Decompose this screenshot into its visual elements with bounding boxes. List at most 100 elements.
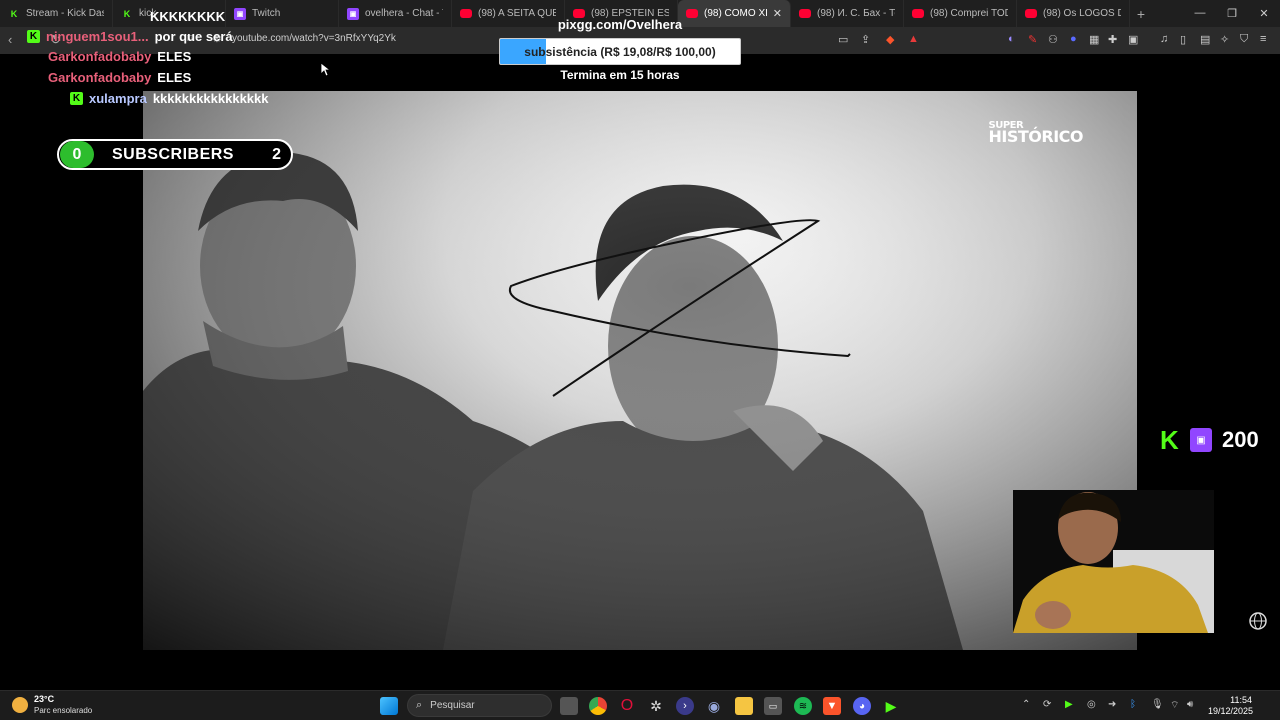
- twitch-logo-icon: ▣: [1190, 428, 1212, 452]
- globe-icon: [1249, 612, 1267, 630]
- partly-sunny-icon: [12, 697, 28, 713]
- kick-icon: K: [10, 8, 18, 19]
- chevron-up-icon[interactable]: ⌃: [1022, 699, 1030, 710]
- extension-icon[interactable]: ⚇: [1048, 33, 1058, 46]
- close-window-icon[interactable]: ✕: [1248, 7, 1280, 20]
- screen: KStream - Kick Dashboard Kkick ▣Twitch ▣…: [0, 0, 1280, 720]
- mouse-cursor-icon: [321, 63, 331, 77]
- webcam-feed: [1013, 490, 1214, 633]
- extension-icon[interactable]: ▦: [1089, 33, 1099, 46]
- goal-title: pixgg.com/Ovelhera: [557, 17, 683, 32]
- chrome-icon[interactable]: [589, 697, 607, 715]
- wallet-icon[interactable]: ▤: [1200, 33, 1210, 46]
- brave-rewards-icon[interactable]: ▲: [908, 33, 919, 45]
- close-tab-icon[interactable]: ✕: [769, 7, 782, 20]
- chat-message: Garkonfadobaby ELES: [48, 67, 191, 87]
- follower-count: 200: [1222, 427, 1259, 452]
- wifi-icon[interactable]: ⌔: [1170, 699, 1179, 712]
- search-placeholder: Pesquisar: [430, 700, 475, 711]
- twitch-icon: ▣: [347, 7, 359, 20]
- sidebar-icon[interactable]: ▯: [1180, 33, 1186, 46]
- kick-icon: K: [123, 8, 131, 19]
- windows-start-icon[interactable]: [380, 697, 398, 715]
- minimize-icon[interactable]: —: [1184, 7, 1216, 20]
- app-icon[interactable]: ›: [676, 697, 694, 715]
- spotify-icon[interactable]: ≋: [794, 697, 812, 715]
- windows-taskbar: 23°C Parc ensolarado ⌕ Pesquisar O ✲ › ◉…: [0, 690, 1280, 720]
- vpn-icon[interactable]: ⛉: [1240, 33, 1248, 46]
- chat-text: kkkkkkkkkkkkkkkk: [152, 90, 269, 106]
- tab-kick-dashboard[interactable]: KStream - Kick Dashboard: [0, 0, 113, 27]
- screenshot-icon[interactable]: ▣: [1128, 33, 1138, 46]
- opera-gx-icon[interactable]: O: [618, 697, 636, 715]
- youtube-icon: [799, 9, 811, 18]
- chat-message: KKKKKKKK: [150, 8, 226, 24]
- brave-shield-icon[interactable]: ◆: [886, 33, 894, 46]
- follower-count-widget: K ▣ 200: [1160, 427, 1259, 453]
- app-icon[interactable]: ▭: [764, 697, 782, 715]
- discord-icon[interactable]: ◕: [853, 697, 871, 715]
- chat-username: ninguem1sou1...: [46, 28, 149, 44]
- chat-username: xulampra: [89, 90, 147, 106]
- youtube-icon: [1025, 9, 1037, 18]
- search-icon: ⌕: [416, 699, 423, 711]
- new-tab-button[interactable]: +: [1130, 6, 1152, 22]
- menu-icon[interactable]: ≡: [1260, 33, 1266, 45]
- youtube-icon: [912, 9, 924, 18]
- microphone-icon[interactable]: 🎙︎: [1151, 699, 1164, 710]
- app-icon[interactable]: ▶: [882, 697, 900, 715]
- media-icon[interactable]: ♫: [1160, 33, 1168, 45]
- video-player[interactable]: SUPER HISTÓRICO: [143, 91, 1137, 650]
- chat-username: Garkonfadobaby: [48, 69, 152, 85]
- tab-youtube[interactable]: (98) Os LOGOS DOS PI: [1017, 0, 1130, 27]
- channel-logo: SUPER HISTÓRICO: [988, 120, 1084, 146]
- tab-youtube[interactable]: (98) Comprei TODOS os: [904, 0, 1017, 27]
- chat-text: ELES: [157, 48, 192, 64]
- steam-icon[interactable]: ◉: [705, 697, 723, 715]
- play-icon[interactable]: ▶: [1065, 699, 1073, 710]
- share-icon[interactable]: ⇪: [861, 33, 870, 46]
- bluetooth-icon[interactable]: ᛒ: [1130, 699, 1136, 710]
- chat-text: ELES: [157, 69, 192, 85]
- maximize-icon[interactable]: ❐: [1216, 7, 1248, 20]
- kick-logo-icon: K: [1160, 425, 1179, 455]
- brave-icon[interactable]: ▼: [823, 697, 841, 715]
- tray-app-icon[interactable]: ◎: [1087, 699, 1096, 710]
- extension-icon[interactable]: ◐: [1008, 33, 1015, 45]
- subscriber-label: SUBSCRIBERS: [112, 145, 234, 163]
- cast-icon[interactable]: ▭: [838, 33, 848, 46]
- chat-message: Garkonfadobaby ELES: [48, 46, 191, 66]
- chatgpt-icon[interactable]: ✲: [647, 697, 665, 715]
- leo-ai-icon[interactable]: ✧: [1220, 33, 1229, 46]
- window-controls: — ❐ ✕: [1184, 7, 1280, 20]
- back-icon[interactable]: ‹: [8, 32, 12, 47]
- kick-badge-icon: K: [70, 91, 83, 105]
- extensions-puzzle-icon[interactable]: ✚: [1108, 33, 1117, 46]
- task-view-icon[interactable]: [560, 697, 578, 715]
- subscriber-target: 2: [272, 145, 281, 163]
- subscriber-current: 0: [60, 141, 94, 168]
- volume-icon[interactable]: 🔊︎: [1187, 699, 1193, 710]
- weather-temp: 23°C: [34, 694, 55, 704]
- url-field[interactable]: youtube.com/watch?v=3nRfxYYq2Yk: [232, 33, 396, 44]
- kick-badge-icon: K: [27, 29, 40, 43]
- tab-youtube[interactable]: (98) И. С. Бах - Токката: [791, 0, 904, 27]
- extension-icon[interactable]: ✎: [1028, 33, 1037, 46]
- tab-twitch-chat[interactable]: ▣ovelhera - Chat - Twitch: [339, 0, 452, 27]
- chat-message: K ninguem1sou1... por que será: [27, 26, 233, 46]
- extension-icon[interactable]: ●: [1070, 33, 1077, 45]
- twitch-icon: ▣: [234, 7, 246, 20]
- taskbar-clock[interactable]: 11:54 19/12/2025: [1208, 695, 1253, 717]
- taskbar-search[interactable]: ⌕ Pesquisar: [407, 694, 552, 717]
- tray-app-icon[interactable]: ➜: [1108, 699, 1116, 710]
- file-explorer-icon[interactable]: [735, 697, 753, 715]
- goal-time-remaining: Termina em 15 horas: [560, 68, 680, 82]
- subscriber-goal: 0 SUBSCRIBERS 2: [57, 139, 293, 170]
- youtube-icon: [460, 9, 472, 18]
- goal-progress-bar: subsistência (R$ 19,08/R$ 100,00): [499, 38, 741, 65]
- sync-icon[interactable]: ⟳: [1043, 699, 1051, 710]
- goal-progress-text: subsistência (R$ 19,08/R$ 100,00): [524, 44, 716, 59]
- tab-twitch[interactable]: ▣ Twitch: [226, 0, 339, 27]
- streamer-camera-image: [1013, 490, 1214, 633]
- weather-widget[interactable]: 23°C Parc ensolarado: [12, 694, 92, 716]
